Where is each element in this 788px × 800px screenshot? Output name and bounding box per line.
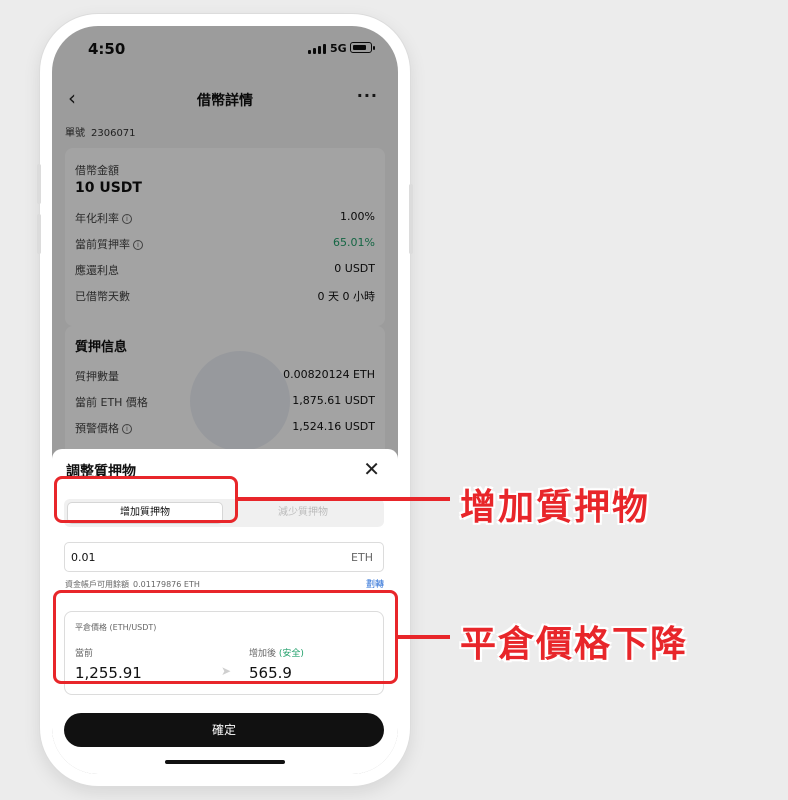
highlight-liquidation-price [53, 590, 398, 684]
transfer-link[interactable]: 劃轉 [366, 577, 384, 590]
tab-reduce-collateral[interactable]: 減少質押物 [225, 502, 381, 524]
home-indicator [165, 760, 285, 764]
volume-down-button [37, 214, 41, 254]
callout-connector-2 [398, 635, 450, 639]
confirm-button[interactable]: 確定 [64, 713, 384, 747]
volume-up-button [37, 164, 41, 204]
highlight-add-collateral [54, 476, 238, 523]
amount-value: 0.01 [71, 551, 96, 564]
callout-connector-1 [238, 497, 450, 501]
power-button [409, 184, 413, 254]
amount-unit: ETH [351, 551, 373, 564]
callout-liquidation-price-drop: 平倉價格下降 [460, 624, 689, 665]
available-label: 資金帳戶可用餘額 [65, 580, 129, 589]
amount-input[interactable]: 0.01 ETH [64, 542, 384, 572]
close-icon[interactable]: ✕ [363, 457, 380, 481]
callout-add-collateral: 增加質押物 [460, 487, 651, 528]
available-balance: 資金帳戶可用餘額 0.01179876 ETH [65, 579, 204, 590]
available-value: 0.01179876 ETH [133, 580, 200, 589]
